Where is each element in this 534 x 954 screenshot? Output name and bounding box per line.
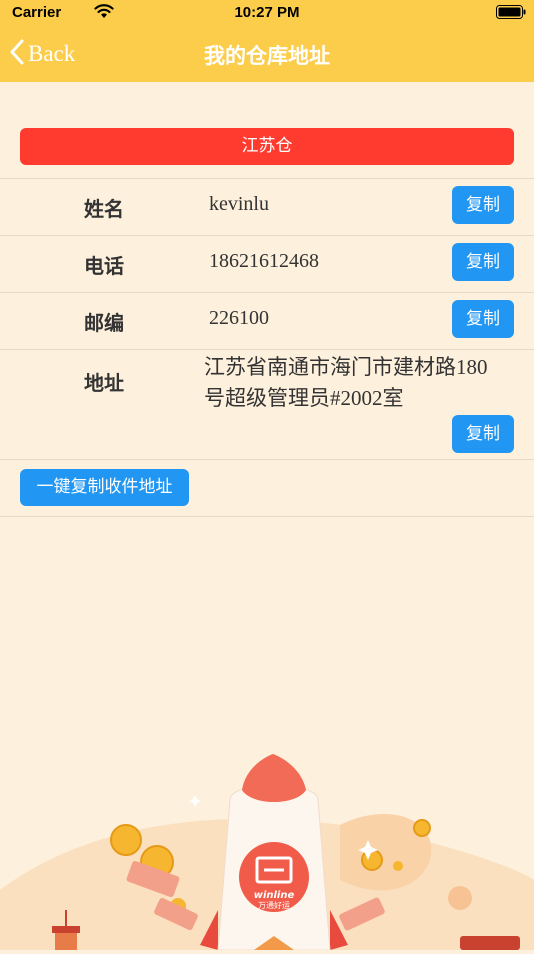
copy-address-button[interactable]: 复制	[452, 415, 514, 453]
address-label: 地址	[84, 371, 124, 395]
one-key-copy-address-button[interactable]: 一键复制收件地址	[20, 469, 189, 506]
info-row-phone: 电话 18621612468 复制	[0, 235, 534, 292]
status-time: 10:27 PM	[234, 4, 300, 21]
status-bar: Carrier 10:27 PM	[0, 0, 534, 26]
postcode-label: 邮编	[84, 311, 124, 335]
info-row-address: 地址 江苏省南通市海门市建材路180号超级管理员#2002室 复制	[0, 349, 534, 459]
name-label: 姓名	[84, 197, 124, 221]
copy-phone-button[interactable]: 复制	[452, 243, 514, 281]
page-title: 我的仓库地址	[204, 44, 330, 68]
winline-logo: winline 万通好运	[239, 842, 309, 912]
info-row-postcode: 邮编 226100 复制	[0, 292, 534, 349]
copy-name-button[interactable]: 复制	[452, 186, 514, 224]
logo-subtext: 万通好运	[258, 900, 290, 910]
navigation-bar: Back 我的仓库地址	[0, 26, 534, 82]
info-row-name: 姓名 kevinlu 复制	[0, 178, 534, 235]
phone-label: 电话	[84, 254, 124, 278]
divider	[0, 459, 534, 460]
phone-value: 18621612468	[209, 250, 319, 272]
logo-text: winline	[254, 890, 295, 901]
rocket-illustration: winline 万通好运	[0, 740, 534, 951]
postcode-value: 226100	[209, 307, 269, 329]
battery-icon	[496, 5, 526, 19]
warehouse-name-bar: 江苏仓	[20, 128, 514, 165]
name-value: kevinlu	[209, 193, 269, 215]
copy-postcode-button[interactable]: 复制	[452, 300, 514, 338]
address-value: 江苏省南通市海门市建材路180号超级管理员#2002室	[204, 355, 488, 410]
address-info-list: 姓名 kevinlu 复制 电话 18621612468 复制 邮编 22610…	[0, 178, 534, 460]
divider	[0, 516, 534, 517]
